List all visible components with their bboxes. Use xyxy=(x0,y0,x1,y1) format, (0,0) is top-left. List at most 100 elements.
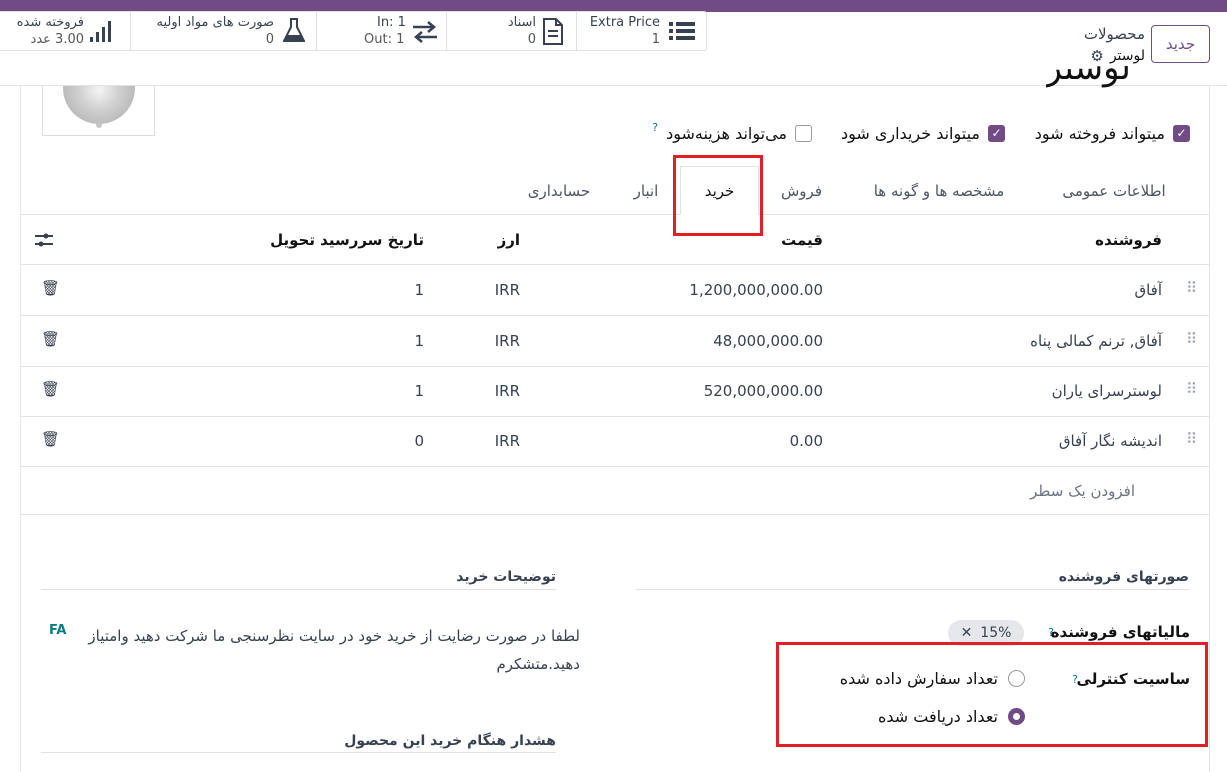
checkbox-can-be-sold[interactable]: ✓ میتواند فروخته شود xyxy=(1035,121,1190,145)
language-tag[interactable]: FA xyxy=(49,623,66,638)
drag-handle-icon[interactable]: ⠿ xyxy=(1186,380,1197,398)
cell-lead-time[interactable]: 1 xyxy=(414,281,424,299)
table-header: فروشنده قیمت ارز تاریخ سررسید تحویل xyxy=(21,215,1209,265)
control-policy-label: ساسیت کنترلی xyxy=(1076,670,1190,688)
stat-label: اسناد xyxy=(507,15,536,30)
tax-badge-label: 15% xyxy=(980,625,1012,641)
checkbox-checked-icon[interactable]: ✓ xyxy=(988,124,1005,142)
cell-price[interactable]: 48,000,000.00 xyxy=(713,332,823,350)
checkbox-label: می‌تواند هزینه‌شود xyxy=(666,123,787,143)
product-image[interactable] xyxy=(42,86,155,136)
tab-attributes-variants[interactable]: مشخصه ها و گونه ها xyxy=(844,166,1034,215)
trash-icon[interactable]: 🗑 xyxy=(41,279,60,297)
vendor-taxes-label: مالیاتهای فروشنده xyxy=(1050,623,1190,641)
purchase-description-text[interactable]: لطفا در صورت رضایت از خرید خود در سایت ن… xyxy=(84,622,580,678)
stat-button-in-out[interactable]: In: 1 Out: 1 xyxy=(316,11,446,51)
stat-value: Out: 1 xyxy=(364,32,405,47)
cell-vendor[interactable]: آفاق xyxy=(1134,281,1162,299)
section-divider xyxy=(41,752,556,753)
chandelier-drop xyxy=(96,122,102,128)
flask-icon xyxy=(283,18,305,42)
cell-currency[interactable]: IRR xyxy=(495,432,520,450)
help-icon[interactable]: ? xyxy=(1048,626,1054,639)
column-header-lead-time[interactable]: تاریخ سررسید تحویل xyxy=(270,231,424,249)
table-row[interactable]: ⠿ لوسترسرای یاران 520,000,000.00 IRR 1 🗑 xyxy=(21,366,1209,417)
checkbox-can-be-expensed[interactable]: می‌تواند هزینه‌شود ? xyxy=(652,121,812,145)
document-icon xyxy=(543,18,563,45)
remove-tag-icon[interactable]: ✕ xyxy=(961,625,973,641)
radio-unselected-icon[interactable] xyxy=(1008,670,1025,687)
checkbox-checked-icon[interactable]: ✓ xyxy=(1173,124,1190,142)
checkbox-unchecked-icon[interactable] xyxy=(795,124,812,142)
table-row[interactable]: ⠿ آفاق 1,200,000,000.00 IRR 1 🗑 xyxy=(21,265,1209,316)
cell-vendor[interactable]: آفاق, ترنم کمالی پناه xyxy=(1030,332,1162,350)
cell-vendor[interactable]: اندیشه نگار آفاق xyxy=(1059,432,1162,450)
purchase-warning-title: هشدار هنگام خرید این محصول xyxy=(344,733,556,749)
stat-label: Extra Price xyxy=(589,15,660,30)
radio-ordered-quantities[interactable]: تعداد سفارش داده شده xyxy=(840,669,1025,688)
cell-price[interactable]: 0.00 xyxy=(790,432,823,450)
cell-lead-time[interactable]: 0 xyxy=(414,432,424,450)
checkbox-label: میتواند خریداری شود xyxy=(840,123,980,143)
cell-currency[interactable]: IRR xyxy=(495,332,520,350)
gear-icon[interactable]: ⚙ xyxy=(1090,47,1103,65)
new-button[interactable]: جدید xyxy=(1151,25,1210,63)
product-title[interactable]: لوستر xyxy=(1046,66,1131,98)
radio-label: تعداد دریافت شده xyxy=(877,707,998,726)
drag-handle-icon[interactable]: ⠿ xyxy=(1186,430,1197,448)
stat-label: صورت های مواد اولیه xyxy=(156,15,274,30)
add-line-link[interactable]: افزودن یک سطر xyxy=(1030,482,1135,500)
stat-value: 0 xyxy=(265,32,274,47)
column-header-price[interactable]: قیمت xyxy=(781,231,823,249)
trash-icon[interactable]: 🗑 xyxy=(41,330,60,348)
stat-value: 0 xyxy=(527,32,536,47)
cell-currency[interactable]: IRR xyxy=(495,281,520,299)
trash-icon[interactable]: 🗑 xyxy=(41,430,60,448)
tab-accounting[interactable]: حسابداری xyxy=(506,166,612,215)
section-divider xyxy=(636,589,1189,590)
table-row[interactable]: ⠿ آفاق, ترنم کمالی پناه 48,000,000.00 IR… xyxy=(21,316,1209,367)
column-header-currency[interactable]: ارز xyxy=(498,231,520,249)
help-icon[interactable]: ? xyxy=(652,121,658,134)
cell-currency[interactable]: IRR xyxy=(495,382,520,400)
trash-icon[interactable]: 🗑 xyxy=(41,380,60,398)
breadcrumb-parent[interactable]: محصولات xyxy=(1084,25,1145,43)
cell-vendor[interactable]: لوسترسرای یاران xyxy=(1052,382,1162,400)
stat-button-bom[interactable]: صورت های مواد اولیه 0 xyxy=(130,11,316,51)
list-icon xyxy=(669,22,695,40)
stat-button-extra-price[interactable]: Extra Price 1 xyxy=(576,11,707,51)
tab-purchase[interactable]: خرید xyxy=(680,166,759,215)
radio-received-quantities[interactable]: تعداد دریافت شده xyxy=(878,707,1025,726)
drag-handle-icon[interactable]: ⠿ xyxy=(1186,279,1197,297)
cell-price[interactable]: 520,000,000.00 xyxy=(704,382,823,400)
chandelier-image xyxy=(63,86,135,124)
tab-general-info[interactable]: اطلاعات عمومی xyxy=(1034,166,1194,215)
radio-label: تعداد سفارش داده شده xyxy=(839,669,998,688)
stat-value: 3.00 عدد xyxy=(30,32,84,47)
stat-button-documents[interactable]: اسناد 0 xyxy=(446,11,576,51)
add-line-row: افزودن یک سطر xyxy=(21,467,1209,515)
tab-sales[interactable]: فروش xyxy=(759,166,844,215)
column-header-vendor[interactable]: فروشنده xyxy=(1095,231,1162,249)
breadcrumb-current-label: لوستر xyxy=(1109,48,1145,64)
column-settings-icon[interactable] xyxy=(34,232,54,248)
drag-handle-icon[interactable]: ⠿ xyxy=(1186,330,1197,348)
stat-label: In: 1 xyxy=(377,15,406,30)
radio-selected-icon[interactable] xyxy=(1008,708,1025,725)
checkbox-label: میتواند فروخته شود xyxy=(1034,123,1165,143)
stat-label: فروخته شده xyxy=(16,15,84,30)
section-divider xyxy=(41,589,556,590)
cell-price[interactable]: 1,200,000,000.00 xyxy=(689,281,823,299)
transfer-arrows-icon xyxy=(413,21,437,43)
checkbox-can-be-purchased[interactable]: ✓ میتواند خریداری شود xyxy=(841,121,1005,145)
cell-lead-time[interactable]: 1 xyxy=(414,332,424,350)
help-icon[interactable]: ? xyxy=(1072,673,1078,686)
notebook-tabs: اطلاعات عمومی مشخصه ها و گونه ها فروش خر… xyxy=(21,166,1209,215)
tab-inventory[interactable]: انبار xyxy=(612,166,680,215)
bar-chart-icon xyxy=(90,21,111,42)
stat-button-sold[interactable]: فروخته شده 3.00 عدد xyxy=(0,11,130,51)
tax-badge[interactable]: ✕ 15% xyxy=(948,620,1024,646)
vendor-bills-section-title: صورتهای فروشنده xyxy=(1058,569,1189,585)
cell-lead-time[interactable]: 1 xyxy=(414,382,424,400)
table-row[interactable]: ⠿ اندیشه نگار آفاق 0.00 IRR 0 🗑 xyxy=(21,416,1209,467)
